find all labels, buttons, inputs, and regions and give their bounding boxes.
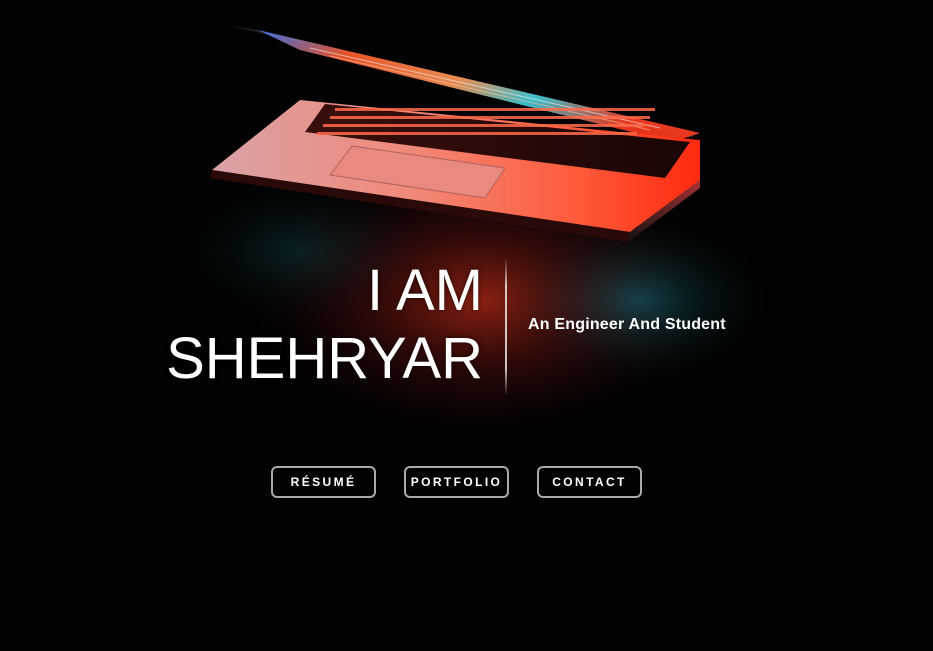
heading-line-2: SHEHRYAR xyxy=(166,326,483,391)
portfolio-button[interactable]: PORTFOLIO xyxy=(404,466,509,498)
main-nav: RÉSUMÉ PORTFOLIO CONTACT xyxy=(271,466,651,498)
heading-line-1: I AM xyxy=(366,258,483,323)
vertical-divider xyxy=(505,258,507,396)
resume-button[interactable]: RÉSUMÉ xyxy=(271,466,376,498)
contact-button[interactable]: CONTACT xyxy=(537,466,642,498)
tagline: An Engineer And Student xyxy=(528,316,726,333)
hero-heading: I AM SHEHRYAR xyxy=(166,262,483,388)
landing-page: I AM SHEHRYAR An Engineer And Student RÉ… xyxy=(0,0,933,651)
intro-section: I AM SHEHRYAR An Engineer And Student xyxy=(0,258,933,398)
